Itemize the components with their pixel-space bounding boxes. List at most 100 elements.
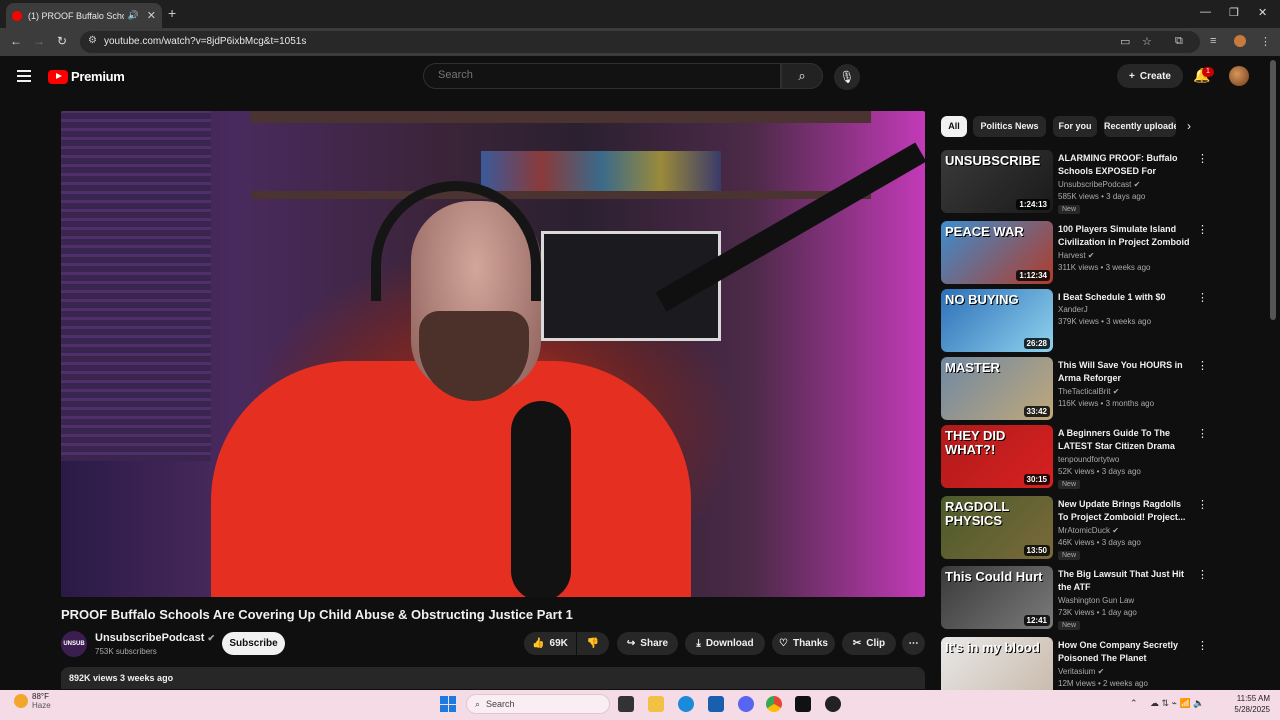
edge-icon[interactable] xyxy=(678,696,694,712)
windows-start-icon[interactable] xyxy=(440,696,456,712)
recommendation-title[interactable]: The Big Lawsuit That Just Hit the ATF xyxy=(1058,568,1191,593)
new-tab-button[interactable]: + xyxy=(168,5,176,21)
menu-icon[interactable] xyxy=(17,70,31,82)
close-window-icon[interactable]: ✕ xyxy=(1258,6,1267,19)
more-vertical-icon[interactable]: ⋮ xyxy=(1197,359,1208,372)
search-input[interactable] xyxy=(438,69,758,81)
more-vertical-icon[interactable]: ⋮ xyxy=(1197,568,1208,581)
more-vertical-icon[interactable]: ⋮ xyxy=(1197,427,1208,440)
chrome-icon[interactable] xyxy=(766,696,782,712)
chip-recently-uploaded[interactable]: Recently uploaded xyxy=(1104,116,1176,137)
download-button[interactable]: ⤓ Download xyxy=(685,632,765,655)
recommendation-channel[interactable]: Harvest ✔ xyxy=(1058,251,1095,260)
task-view-icon[interactable] xyxy=(618,696,634,712)
discord-icon[interactable] xyxy=(738,696,754,712)
recommendation-channel[interactable]: XanderJ xyxy=(1058,305,1088,314)
speaker-icon[interactable]: 🔊 xyxy=(128,10,139,21)
channel-avatar[interactable]: UNSUB xyxy=(61,631,87,657)
store-icon[interactable] xyxy=(708,696,724,712)
more-actions-button[interactable]: ⋯ xyxy=(902,632,925,655)
recommendation-channel[interactable]: UnsubscribePodcast ✔ xyxy=(1058,180,1140,189)
search-box[interactable] xyxy=(423,63,781,89)
recommendation-channel[interactable]: TheTacticalBrit ✔ xyxy=(1058,387,1119,396)
voice-search-button[interactable]: 🎙 xyxy=(834,64,860,90)
video-thumbnail[interactable]: UNSUBSCRIBE 1:24:13 xyxy=(941,150,1053,213)
channel-name[interactable]: UnsubscribePodcast ✔ xyxy=(95,632,215,644)
recommendation-title[interactable]: 100 Players Simulate Island Civilization… xyxy=(1058,223,1191,248)
scrollbar[interactable] xyxy=(1270,60,1276,320)
app-icon[interactable] xyxy=(795,696,811,712)
recommendation-title[interactable]: A Beginners Guide To The LATEST Star Cit… xyxy=(1058,427,1191,452)
tray-chevron-icon[interactable]: ⌃ xyxy=(1130,698,1138,709)
more-vertical-icon[interactable]: ⋮ xyxy=(1197,223,1208,236)
more-vertical-icon[interactable]: ⋮ xyxy=(1197,291,1208,304)
system-clock[interactable]: 11:55 AM 5/28/2025 xyxy=(1224,693,1270,715)
video-thumbnail[interactable]: THEY DID WHAT?! 30:15 xyxy=(941,425,1053,488)
create-button[interactable]: + Create xyxy=(1117,64,1183,88)
extensions-icon[interactable]: ⧉ xyxy=(1175,35,1183,48)
cast-icon[interactable]: ▭ xyxy=(1120,35,1130,48)
video-thumbnail[interactable]: This Could Hurt 12:41 xyxy=(941,566,1053,629)
recommendation-item[interactable]: NO BUYING 26:28 I Beat Schedule 1 with $0 X… xyxy=(941,289,1208,353)
bookmark-star-icon[interactable]: ☆ xyxy=(1142,35,1152,48)
plus-icon: + xyxy=(1129,70,1135,82)
dislike-button[interactable]: 👎 xyxy=(577,632,609,655)
video-player[interactable] xyxy=(61,111,925,597)
recommendation-title[interactable]: I Beat Schedule 1 with $0 xyxy=(1058,291,1191,304)
chip-politics-news[interactable]: Politics News xyxy=(973,116,1046,137)
taskbar-search[interactable]: ⌕ Search xyxy=(466,694,610,714)
reading-list-icon[interactable]: ≡ xyxy=(1210,35,1216,47)
app-icon[interactable] xyxy=(825,696,841,712)
recommendation-channel[interactable]: MrAtomicDuck ✔ xyxy=(1058,526,1119,535)
search-button[interactable]: ⌕ xyxy=(781,63,823,89)
video-thumbnail[interactable]: RAGDOLL PHYSICS 13:50 xyxy=(941,496,1053,559)
create-label: Create xyxy=(1139,70,1171,82)
account-avatar[interactable] xyxy=(1229,66,1249,86)
recommendation-title[interactable]: How One Company Secretly Poisoned The Pl… xyxy=(1058,639,1191,664)
recommendation-title[interactable]: ALARMING PROOF: Buffalo Schools EXPOSED … xyxy=(1058,152,1191,177)
chevron-right-icon[interactable]: › xyxy=(1187,119,1191,133)
recommendation-title[interactable]: New Update Brings Ragdolls To Project Zo… xyxy=(1058,498,1191,523)
video-thumbnail[interactable]: MASTER 33:42 xyxy=(941,357,1053,420)
recommendation-channel[interactable]: Veritasium ✔ xyxy=(1058,667,1104,676)
recommendation-meta: 73K views • 1 day ago xyxy=(1058,608,1137,617)
more-vertical-icon[interactable]: ⋮ xyxy=(1197,498,1208,511)
chip-all[interactable]: All xyxy=(941,116,967,137)
menu-dots-icon[interactable]: ⋮ xyxy=(1260,35,1271,48)
clip-button[interactable]: ✂ Clip xyxy=(842,632,896,655)
recommendation-item[interactable]: MASTER 33:42 This Will Save You HOURS in A… xyxy=(941,357,1208,421)
recommendation-channel[interactable]: tenpoundfortytwo xyxy=(1058,455,1119,464)
share-button[interactable]: ↪ Share xyxy=(617,632,678,655)
back-icon[interactable]: ← xyxy=(10,34,22,48)
reload-icon[interactable]: ↻ xyxy=(57,34,67,48)
recommendation-item[interactable]: UNSUBSCRIBE 1:24:13 ALARMING PROOF: Buffal… xyxy=(941,150,1208,214)
recommendation-item[interactable]: PEACE WAR 1:12:34 100 Players Simulate Isl… xyxy=(941,221,1208,285)
profile-icon[interactable] xyxy=(1234,35,1246,47)
subscribe-button[interactable]: Subscribe xyxy=(222,632,285,655)
recommendation-item[interactable]: THEY DID WHAT?! 30:15 A Beginners Guide To… xyxy=(941,425,1208,489)
more-vertical-icon[interactable]: ⋮ xyxy=(1197,639,1208,652)
video-thumbnail[interactable]: PEACE WAR 1:12:34 xyxy=(941,221,1053,284)
description-box[interactable]: 892K views 3 weeks ago xyxy=(61,667,925,689)
site-info-icon[interactable]: ⚙ xyxy=(88,35,97,46)
browser-tab[interactable]: (1) PROOF Buffalo Schools 🔊 ✕ xyxy=(6,3,162,28)
recommendation-channel[interactable]: Washington Gun Law xyxy=(1058,596,1134,605)
chip-for-you[interactable]: For you xyxy=(1053,116,1097,137)
like-button[interactable]: 👍 69K xyxy=(524,632,576,655)
recommendation-item[interactable]: This Could Hurt 12:41 The Big Lawsuit That… xyxy=(941,566,1208,630)
tray-icons[interactable]: ☁ ⇅ ⌁ 📶 🔈 xyxy=(1150,698,1204,709)
omnibox[interactable]: ⚙ youtube.com/watch?v=8jdP6ixbMcg&t=1051… xyxy=(80,31,1200,53)
close-tab-icon[interactable]: ✕ xyxy=(147,9,156,22)
video-duration: 30:15 xyxy=(1023,474,1050,485)
minimize-icon[interactable]: — xyxy=(1200,6,1211,18)
file-explorer-icon[interactable] xyxy=(648,696,664,712)
forward-icon[interactable]: → xyxy=(33,34,45,48)
weather-widget[interactable]: 88°F Haze xyxy=(14,692,51,710)
recommendation-title[interactable]: This Will Save You HOURS in Arma Reforge… xyxy=(1058,359,1191,384)
more-vertical-icon[interactable]: ⋮ xyxy=(1197,152,1208,165)
thanks-button[interactable]: ♡ Thanks xyxy=(772,632,835,655)
restore-icon[interactable]: ❐ xyxy=(1229,6,1239,19)
youtube-logo[interactable]: Premium xyxy=(48,69,125,84)
recommendation-item[interactable]: RAGDOLL PHYSICS 13:50 New Update Brings Ra… xyxy=(941,496,1208,560)
video-thumbnail[interactable]: NO BUYING 26:28 xyxy=(941,289,1053,352)
